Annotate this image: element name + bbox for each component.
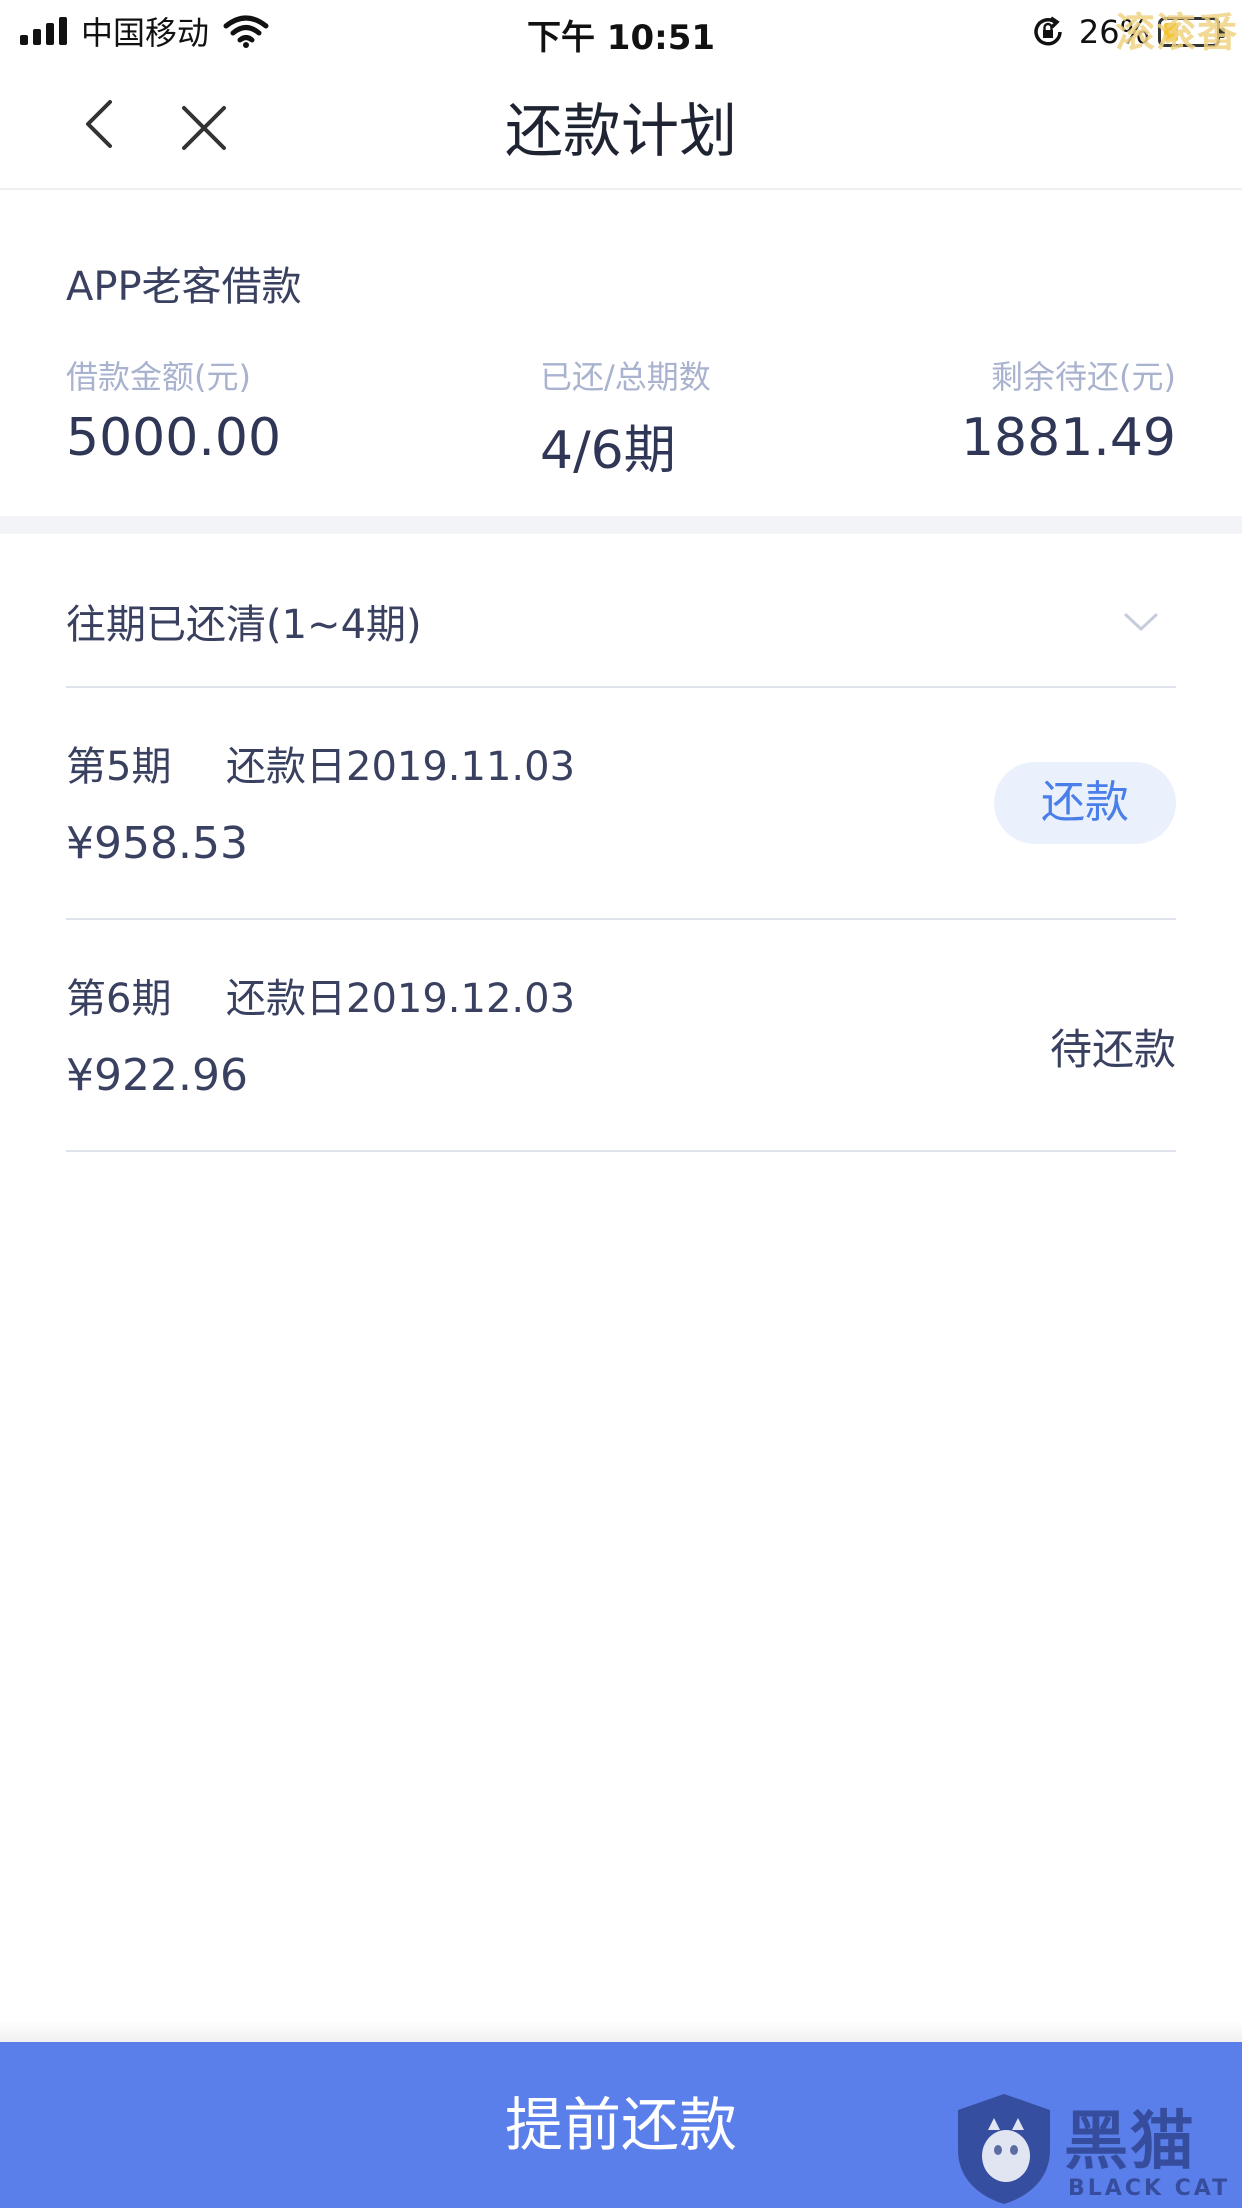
history-toggle[interactable]: 往期已还清(1~4期)	[66, 534, 1176, 688]
nav-bar: 还款计划	[0, 62, 1242, 190]
watermark-en: BLACK CAT	[1068, 2176, 1231, 2201]
installment-due-date: 还款日2019.12.03	[226, 976, 576, 1022]
history-label: 往期已还清(1~4期)	[66, 602, 422, 648]
bottom-shadow	[0, 2020, 1242, 2042]
repay-button[interactable]: 还款	[994, 762, 1176, 844]
installment-status: 待还款	[1049, 1025, 1176, 1074]
overlay-watermark: 滚滚番	[1115, 10, 1238, 56]
stat-value: 1881.49	[960, 408, 1176, 468]
stat-value: 5000.00	[66, 408, 282, 468]
installment-amount: ¥922.96	[66, 1050, 248, 1101]
installment-row: 第5期 还款日2019.11.03 ¥958.53 还款	[66, 688, 1176, 920]
blackcat-watermark: 黑猫 BLACK CAT	[952, 2090, 1242, 2208]
installment-period: 第6期	[66, 976, 172, 1022]
installment-period: 第5期	[66, 744, 172, 790]
installment-amount: ¥958.53	[66, 818, 248, 869]
stat-remaining: 剩余待还(元) 1881.49	[961, 352, 1176, 468]
cat-shield-icon	[958, 2094, 1050, 2204]
section-divider	[0, 516, 1242, 534]
stat-periods: 已还/总期数 4/6期	[540, 352, 711, 483]
stat-label: 借款金额(元)	[66, 358, 251, 396]
rotation-lock-icon	[1034, 16, 1062, 46]
stat-label: 剩余待还(元)	[991, 358, 1176, 396]
loan-name: APP老客借款	[66, 264, 302, 310]
stat-label: 已还/总期数	[540, 358, 711, 396]
stat-value: 4/6期	[540, 421, 676, 481]
chevron-down-icon	[1124, 613, 1158, 631]
installment-due-date: 还款日2019.11.03	[226, 744, 576, 790]
status-bar: 中国移动 下午 10:51 26% 滚滚番	[0, 0, 1242, 62]
watermark-cn: 黑猫	[1064, 2105, 1196, 2179]
loan-summary: APP老客借款 借款金额(元) 5000.00 已还/总期数 4/6期 剩余待还…	[0, 192, 1242, 516]
installment-row: 第6期 还款日2019.12.03 ¥922.96 待还款	[66, 920, 1176, 1152]
page-title: 还款计划	[504, 97, 737, 165]
stat-loan-amount: 借款金额(元) 5000.00	[66, 352, 281, 468]
